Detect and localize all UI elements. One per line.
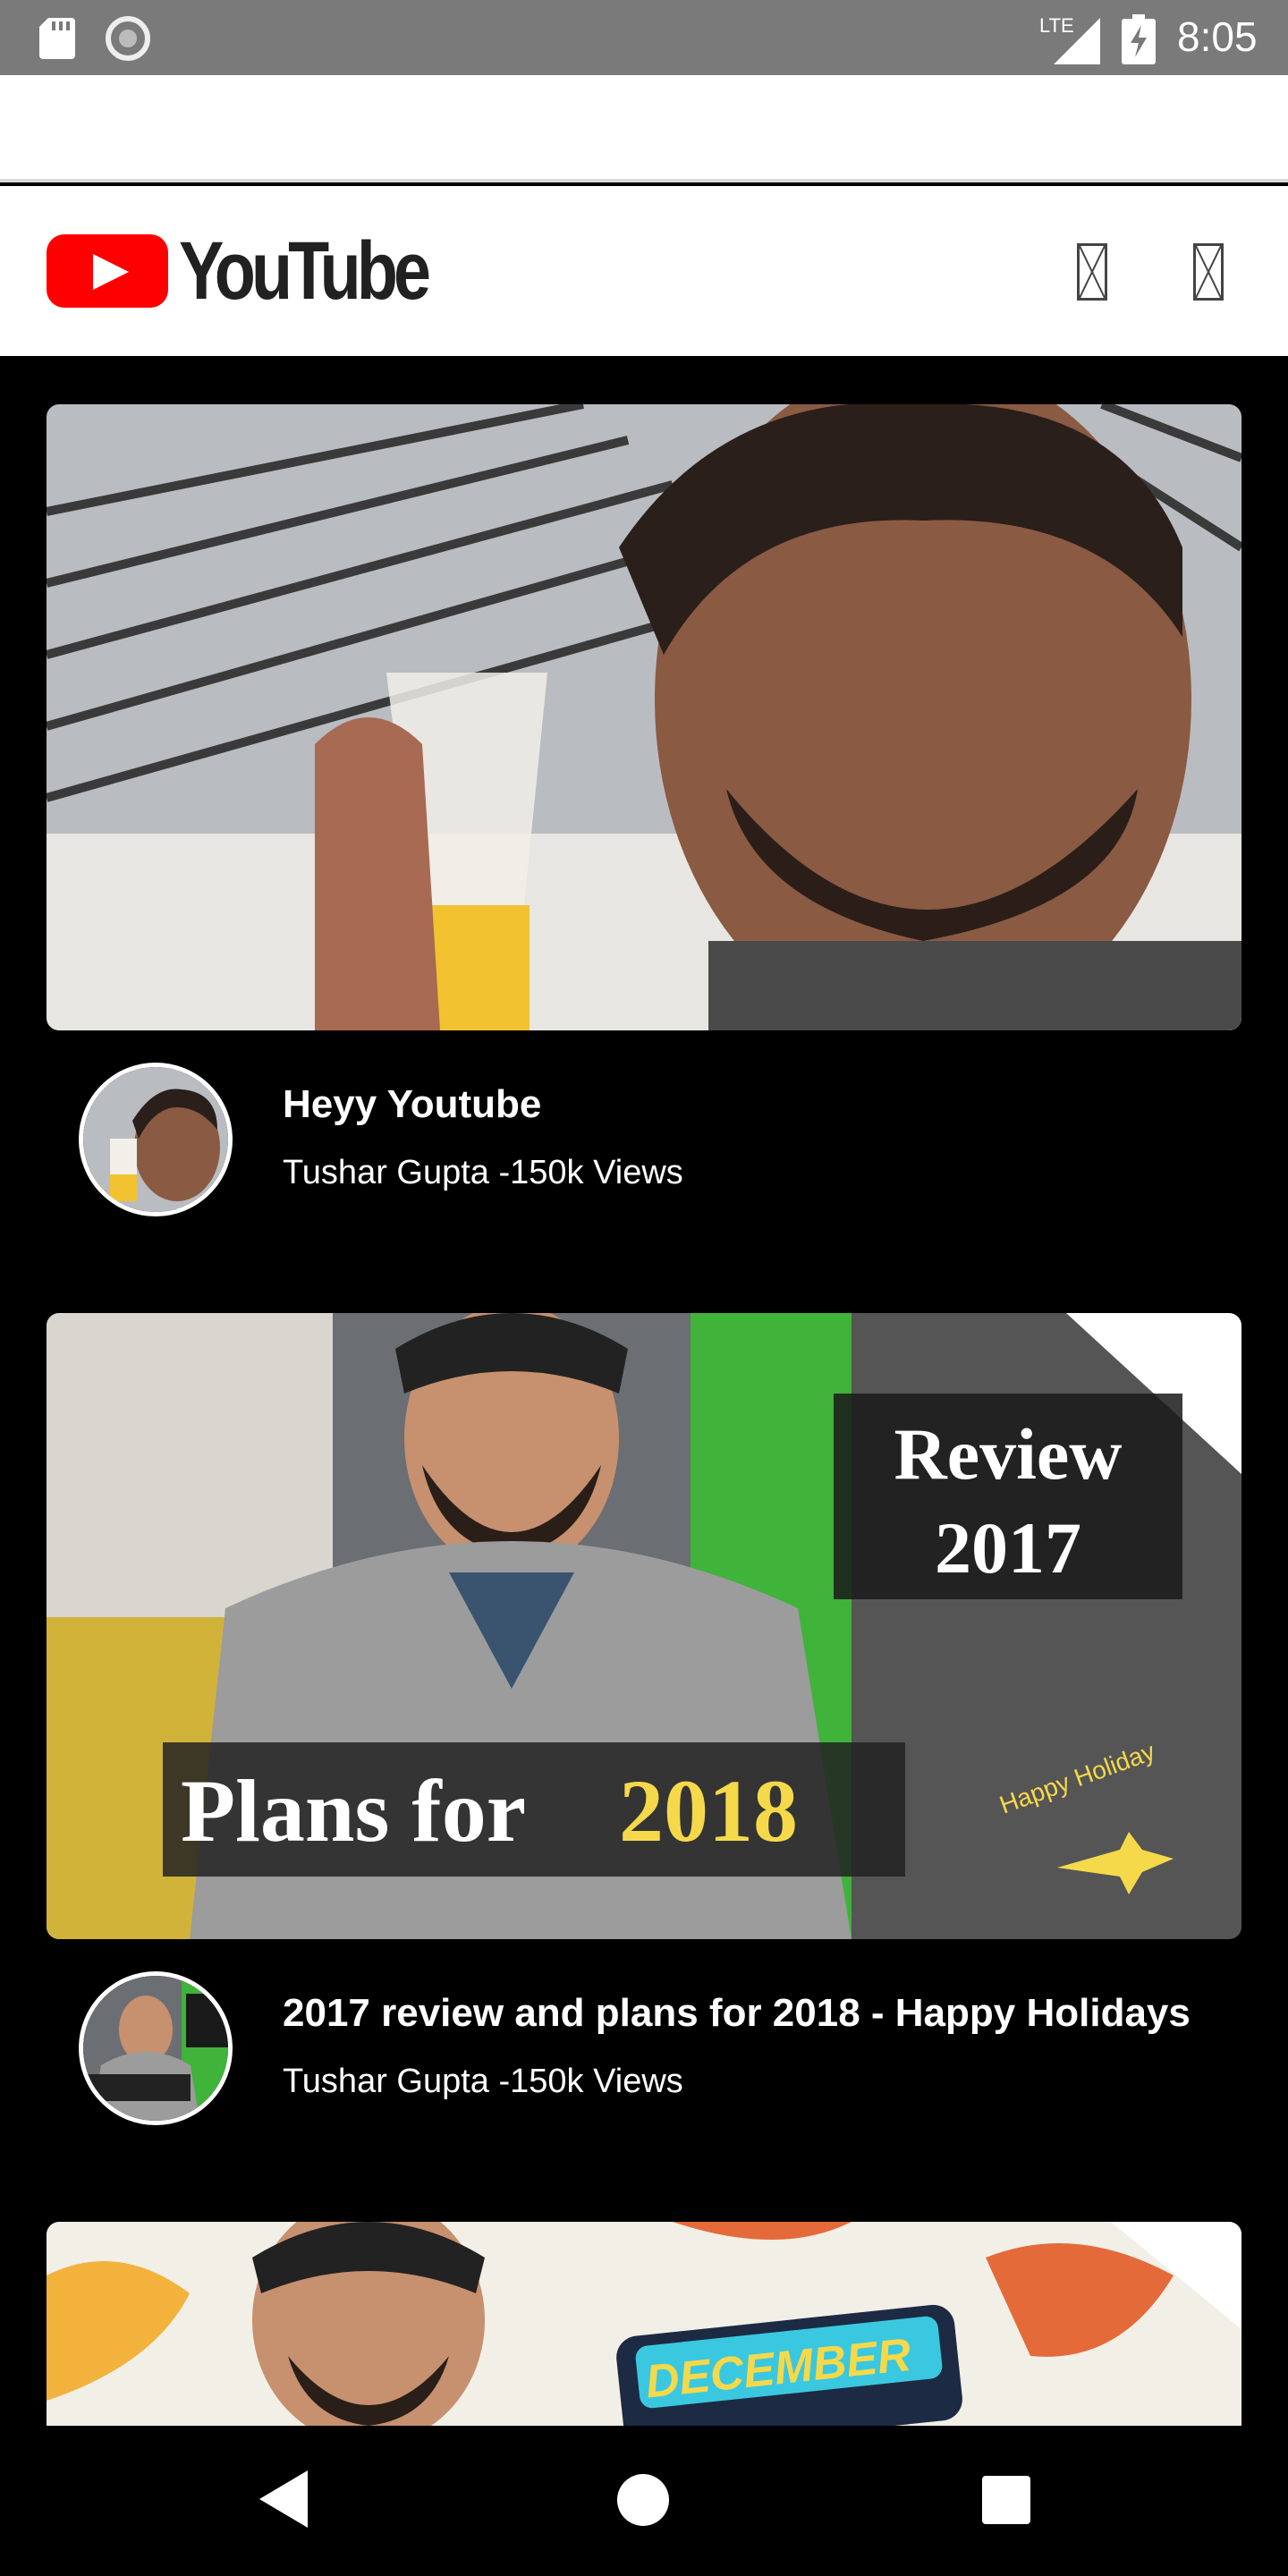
youtube-logo[interactable]: YouTube bbox=[47, 225, 481, 317]
back-icon[interactable] bbox=[259, 2470, 308, 2528]
video-card: Heyy Youtube Tushar Gupta -150k Views bbox=[0, 404, 1288, 1216]
thumbnail-image: DECEMBER bbox=[47, 2222, 1241, 2426]
thumb-plans-text: Plans for bbox=[181, 1761, 526, 1860]
status-time: 8:05 bbox=[1177, 13, 1258, 60]
youtube-play-icon bbox=[47, 234, 168, 308]
video-title[interactable]: 2017 review and plans for 2018 - Happy H… bbox=[283, 1991, 1191, 2036]
video-title[interactable]: Heyy Youtube bbox=[283, 1082, 541, 1127]
thumb-review-text: Review bbox=[894, 1413, 1122, 1495]
lte-signal-icon: LTE bbox=[1039, 14, 1100, 64]
thumb-year-text: 2017 bbox=[935, 1507, 1081, 1589]
sd-card-icon bbox=[39, 18, 75, 59]
avatar-image bbox=[83, 1976, 228, 2121]
thumb-plans-year-text: 2018 bbox=[619, 1761, 798, 1860]
recents-icon[interactable] bbox=[982, 2476, 1030, 2524]
status-bar: LTE 8:05 bbox=[0, 0, 1288, 75]
video-card: DECEMBER bbox=[0, 2222, 1288, 2426]
video-thumbnail[interactable]: DECEMBER bbox=[47, 2222, 1241, 2426]
app-bar: YouTube bbox=[0, 186, 1288, 356]
youtube-wordmark: YouTube bbox=[179, 225, 431, 317]
thumbnail-image: Review 2017 Plans for 2018 Happy Holiday bbox=[47, 1313, 1241, 1939]
home-icon[interactable] bbox=[617, 2474, 669, 2526]
missing-icon[interactable] bbox=[1193, 243, 1224, 301]
video-thumbnail[interactable] bbox=[47, 404, 1241, 1030]
channel-avatar[interactable] bbox=[79, 1063, 233, 1216]
video-thumbnail[interactable]: Review 2017 Plans for 2018 Happy Holiday bbox=[47, 1313, 1241, 1939]
avatar-image bbox=[83, 1067, 228, 1212]
channel-avatar[interactable] bbox=[79, 1971, 233, 2125]
system-nav-bar bbox=[0, 2426, 1288, 2576]
thumbnail-image bbox=[47, 404, 1241, 1030]
lte-label: LTE bbox=[1039, 14, 1074, 37]
video-card: Review 2017 Plans for 2018 Happy Holiday… bbox=[0, 1313, 1288, 2125]
video-meta: Tushar Gupta -150k Views bbox=[283, 1154, 683, 1191]
top-strip bbox=[0, 75, 1288, 182]
record-icon bbox=[106, 16, 150, 61]
missing-icon[interactable] bbox=[1077, 243, 1107, 301]
video-meta: Tushar Gupta -150k Views bbox=[283, 2063, 683, 2100]
battery-charging-icon bbox=[1122, 14, 1156, 64]
